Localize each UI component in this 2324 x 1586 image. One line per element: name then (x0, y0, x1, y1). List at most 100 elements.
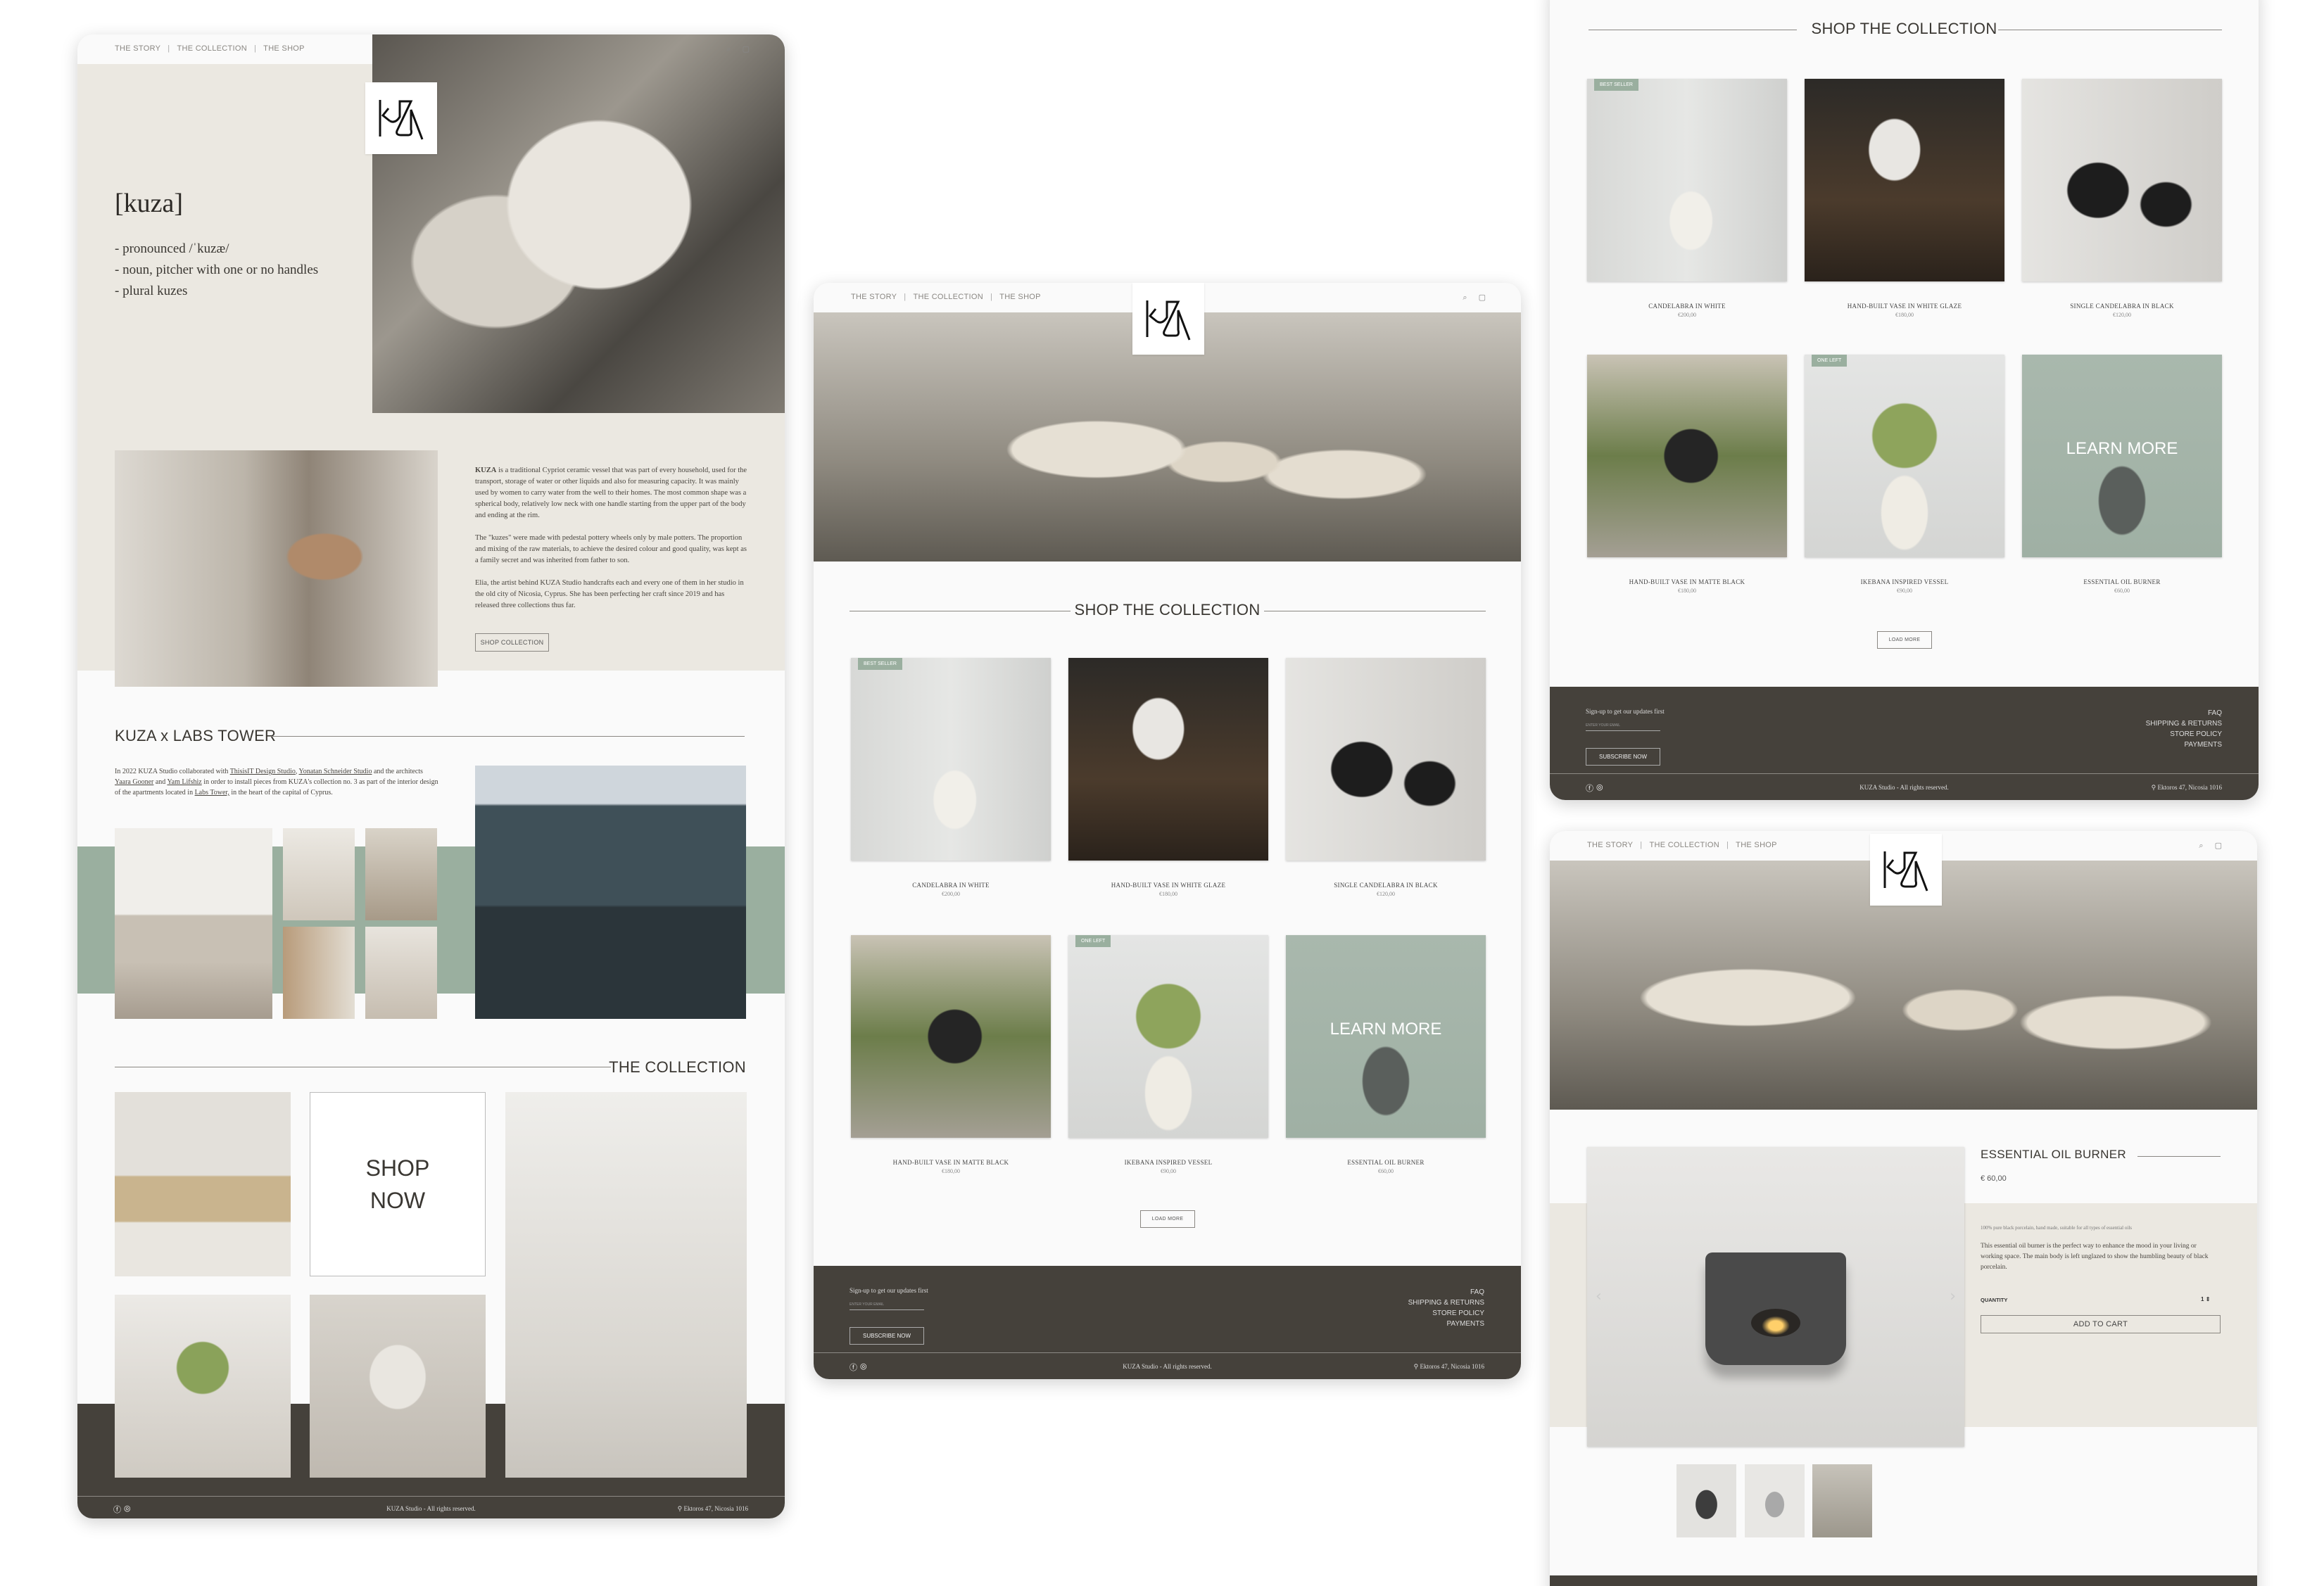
product-image[interactable] (1068, 658, 1268, 861)
address-text: Ektoros 47, Nicosia 1016 (1420, 1363, 1485, 1370)
shop-scrolled-panel: SHOP THE COLLECTION BEST SELLER CANDELABR… (1550, 0, 2259, 800)
link-yonatan-schneider[interactable]: Yonatan Schneider Studio (298, 768, 372, 775)
link-labs-tower[interactable]: Labs Tower, (195, 789, 229, 797)
learn-more-link[interactable]: LEARN MORE (2022, 439, 2222, 459)
nav-the-story[interactable]: THE STORY (115, 44, 160, 53)
kuza-logo[interactable] (365, 82, 437, 154)
footer: ⓕ ◎ KUZA Studio - All rights reserved. ⚲ … (77, 1484, 785, 1518)
footer-links: FAQ SHIPPING & RETURNS STORE POLICY PAYM… (2146, 708, 2222, 750)
product-card[interactable]: SINGLE CANDELABRA IN BLACK €120,00 (2022, 79, 2222, 318)
product-image[interactable]: BEST SELLER (851, 658, 1051, 861)
product-image[interactable] (1805, 79, 2004, 281)
carousel-prev-icon[interactable]: ‹ (1596, 1288, 1602, 1305)
product-image[interactable] (1286, 658, 1486, 861)
address: ⚲ Ektoros 47, Nicosia 1016 (2152, 784, 2222, 792)
product-price: €120,00 (2113, 312, 2131, 318)
sculptures-tall-image[interactable] (505, 1092, 747, 1478)
footer: Sign-up to get our updates first ENTER Y… (814, 1266, 1521, 1379)
product-card[interactable]: HAND-BUILT VASE IN WHITE GLAZE €180,00 (1068, 658, 1268, 897)
footer-link-shipping[interactable]: SHIPPING & RETURNS (2146, 718, 2222, 729)
product-image[interactable] (1587, 355, 1787, 557)
product-card[interactable]: LEARN MORE ESSENTIAL OIL BURNER €60,00 (2022, 355, 2222, 594)
stepper-arrows-icon[interactable]: ⇕ (2206, 1296, 2211, 1302)
product-image[interactable]: ONE LEFT (1068, 935, 1268, 1138)
product-price: €180,00 (942, 1168, 960, 1174)
story-definition: - pronounced /ˈkuzæ/ - noun, pitcher wit… (115, 239, 318, 302)
definition-line: - noun, pitcher with one or no handles (115, 262, 319, 277)
footer-link-store-policy[interactable]: STORE POLICY (1408, 1308, 1484, 1319)
nav-the-shop[interactable]: THE SHOP (1736, 841, 1777, 849)
load-more-button[interactable]: LOAD MORE (1877, 631, 1932, 649)
search-icon[interactable]: ⌕ (726, 44, 731, 54)
add-to-cart-button[interactable]: ADD TO CART (1981, 1315, 2221, 1333)
product-image[interactable]: LEARN MORE (2022, 355, 2222, 557)
product-card[interactable]: LEARN MORE ESSENTIAL OIL BURNER €60,00 (1286, 935, 1486, 1174)
cart-icon[interactable]: ▢ (1479, 293, 1486, 303)
link-yaara-gooner[interactable]: Yaara Gooner (115, 778, 153, 786)
collection-title: THE COLLECTION (609, 1058, 746, 1076)
product-image[interactable]: ONE LEFT (1805, 355, 2004, 557)
footer-link-shipping[interactable]: SHIPPING & RETURNS (1408, 1298, 1484, 1308)
kuza-logo[interactable] (1132, 283, 1204, 355)
product-image[interactable]: LEARN MORE (1286, 935, 1486, 1138)
nav-the-shop[interactable]: THE SHOP (999, 293, 1041, 301)
quantity-stepper[interactable]: 1 ⇕ (2201, 1296, 2210, 1302)
nav-the-collection[interactable]: THE COLLECTION (177, 44, 247, 53)
product-price: €120,00 (1377, 891, 1395, 897)
ikebana-image[interactable] (115, 1295, 291, 1478)
footer: Sign-up to get our updates first ENTER Y… (1550, 687, 2259, 800)
nav-the-story[interactable]: THE STORY (1587, 841, 1633, 849)
search-icon[interactable]: ⌕ (1463, 293, 1467, 303)
footer-link-faq[interactable]: FAQ (1408, 1287, 1484, 1298)
product-card[interactable]: ONE LEFT IKEBANA INSPIRED VESSEL €90,00 (1805, 355, 2004, 594)
signup-text: Sign-up to get our updates first (1586, 708, 1665, 715)
email-input[interactable]: ENTER YOUR EMAIL (1586, 723, 1660, 731)
subscribe-button[interactable]: SUBSCRIBE NOW (1586, 748, 1660, 766)
kuza-logo[interactable] (1870, 834, 1942, 906)
thumbnail-burner-scene[interactable] (1812, 1464, 1872, 1537)
product-badge: BEST SELLER (1594, 79, 1638, 91)
white-sculpture-image[interactable] (310, 1295, 486, 1478)
shop-collection-button[interactable]: SHOP COLLECTION (475, 633, 549, 652)
story-paragraph: The "kuzes" were made with pedestal pott… (475, 534, 747, 564)
divider (268, 736, 745, 737)
product-card[interactable]: HAND-BUILT VASE IN MATTE BLACK €180,00 (851, 935, 1051, 1174)
thumbnail-burner-top[interactable] (1745, 1464, 1805, 1537)
shop-now-tile[interactable]: SHOP NOW (310, 1092, 486, 1276)
cart-icon[interactable]: ▢ (743, 44, 750, 54)
product-image[interactable]: BEST SELLER (1587, 79, 1787, 281)
search-icon[interactable]: ⌕ (2199, 841, 2203, 851)
product-price: €180,00 (1895, 312, 1914, 318)
nav-the-story[interactable]: THE STORY (851, 293, 897, 301)
product-card[interactable]: BEST SELLER CANDELABRA IN WHITE €200,00 (851, 658, 1051, 897)
bookends-image[interactable] (115, 1092, 291, 1276)
nav-the-shop[interactable]: THE SHOP (263, 44, 305, 53)
subscribe-button[interactable]: SUBSCRIBE NOW (850, 1327, 924, 1345)
link-thisisit[interactable]: ThisisIT Design Studio (230, 768, 296, 775)
footer-link-payments[interactable]: PAYMENTS (1408, 1319, 1484, 1329)
address-text: Ektoros 47, Nicosia 1016 (2157, 784, 2223, 791)
load-more-button[interactable]: LOAD MORE (1140, 1210, 1195, 1228)
product-price: €60,00 (1378, 1168, 1394, 1174)
product-page-panel: THE STORY | THE COLLECTION | THE SHOP ⌕ ▢ ‹… (1550, 831, 2257, 1586)
product-card[interactable]: BEST SELLER CANDELABRA IN WHITE €200,00 (1587, 79, 1787, 318)
footer-link-faq[interactable]: FAQ (2146, 708, 2222, 718)
product-card[interactable]: ONE LEFT IKEBANA INSPIRED VESSEL €90,00 (1068, 935, 1268, 1174)
footer-link-store-policy[interactable]: STORE POLICY (2146, 729, 2222, 740)
top-nav: THE STORY | THE COLLECTION | THE SHOP (851, 293, 1041, 301)
nav-the-collection[interactable]: THE COLLECTION (913, 293, 983, 301)
product-card[interactable]: HAND-BUILT VASE IN WHITE GLAZE €180,00 (1805, 79, 2004, 318)
cart-icon[interactable]: ▢ (2215, 841, 2222, 851)
product-image[interactable] (2022, 79, 2222, 281)
nav-the-collection[interactable]: THE COLLECTION (1649, 841, 1719, 849)
product-price: €180,00 (1678, 588, 1696, 594)
footer-link-payments[interactable]: PAYMENTS (2146, 740, 2222, 750)
product-card[interactable]: SINGLE CANDELABRA IN BLACK €120,00 (1286, 658, 1486, 897)
carousel-next-icon[interactable]: › (1950, 1288, 1956, 1305)
link-yam-lifshiz[interactable]: Yam Lifshiz (167, 778, 201, 786)
learn-more-link[interactable]: LEARN MORE (1286, 1020, 1486, 1039)
email-input[interactable]: ENTER YOUR EMAIL (850, 1302, 924, 1310)
thumbnail-burner[interactable] (1676, 1464, 1736, 1537)
product-image[interactable] (851, 935, 1051, 1138)
product-card[interactable]: HAND-BUILT VASE IN MATTE BLACK €180,00 (1587, 355, 1787, 594)
